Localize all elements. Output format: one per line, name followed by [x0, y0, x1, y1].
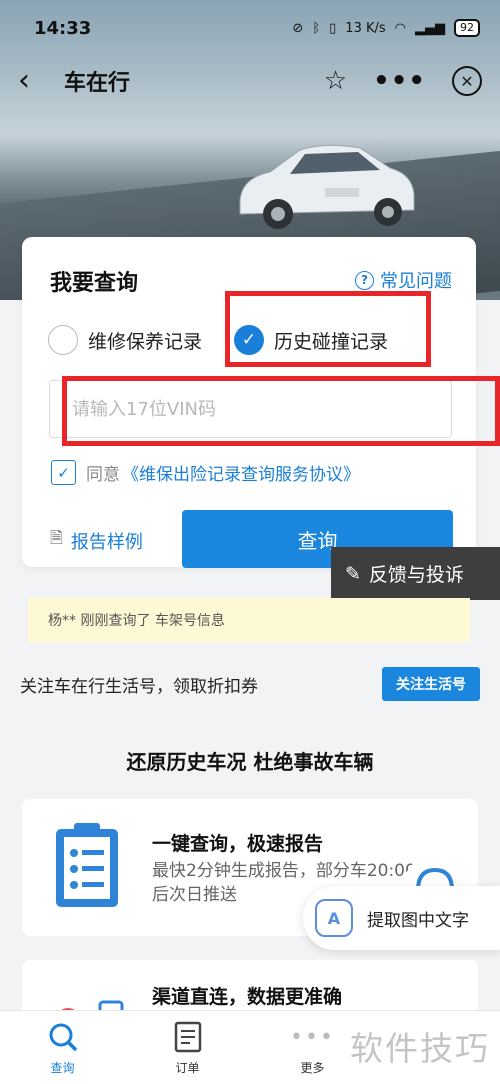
- more-icon[interactable]: •••: [373, 66, 426, 96]
- navigation-bar: ‹ 车在行 ☆ ••• ✕: [0, 56, 500, 106]
- agreement-row: ✓ 同意 《维保出险记录查询服务协议》: [51, 460, 360, 485]
- faq-link[interactable]: ? 常见问题: [355, 267, 452, 293]
- search-icon: [47, 1021, 79, 1053]
- feedback-label: 反馈与投诉: [368, 564, 464, 586]
- radio-checked-icon[interactable]: ✓: [234, 325, 265, 355]
- order-list-icon: [174, 1021, 202, 1053]
- sample-label: 报告样例: [70, 531, 143, 553]
- edit-icon: ✎: [345, 562, 361, 585]
- tab-query[interactable]: 查询: [0, 1011, 125, 1084]
- section-title: 还原历史车况 杜绝事故车辆: [126, 750, 374, 774]
- back-icon[interactable]: ‹: [18, 66, 54, 96]
- clipboard-icon: [56, 823, 118, 907]
- network-speed: 13 K/s: [345, 20, 386, 36]
- follow-button[interactable]: 关注生活号: [382, 667, 480, 701]
- car-image: [239, 144, 415, 229]
- tab-orders[interactable]: 订单: [125, 1011, 250, 1084]
- query-card: 我要查询 ? 常见问题 维修保养记录 ✓ 历史碰撞记录 ✓ 同意 《维保出险记录…: [22, 237, 476, 568]
- status-time: 14:33: [34, 17, 92, 39]
- option-collision[interactable]: ✓ 历史碰撞记录: [234, 325, 388, 355]
- battery-icon: 92: [454, 19, 480, 37]
- vin-input[interactable]: [49, 380, 452, 438]
- option-label: 历史碰撞记录: [274, 330, 389, 353]
- tab-label: 订单: [175, 1061, 200, 1075]
- more-dots-icon: •••: [290, 1024, 335, 1050]
- radio-unchecked-icon[interactable]: [48, 325, 78, 355]
- agree-checkbox[interactable]: ✓: [51, 460, 76, 485]
- record-type-options: 维修保养记录 ✓ 历史碰撞记录: [48, 325, 388, 355]
- text-scan-icon: A: [315, 899, 353, 937]
- follow-row: 关注车在行生活号，领取折扣券 关注生活号: [0, 656, 500, 712]
- feedback-button[interactable]: ✎ 反馈与投诉: [331, 547, 500, 600]
- feature-title: 渠道直连，数据更准确: [152, 986, 343, 1008]
- document-icon: 🗎: [50, 528, 63, 547]
- mute-icon: ⊘: [292, 20, 304, 36]
- card-title: 我要查询: [50, 271, 139, 296]
- signal-icon: ▂▄▆: [415, 20, 445, 36]
- ocr-label: 提取图中文字: [367, 910, 469, 931]
- option-maintenance[interactable]: 维修保养记录: [48, 325, 202, 355]
- feature-title: 一键查询，极速报告: [152, 833, 324, 855]
- tab-label: 查询: [50, 1061, 75, 1075]
- wifi-icon: ◠: [394, 20, 406, 36]
- status-bar: 14:33 ⊘ ᛒ ▯ 13 K/s ◠ ▂▄▆ 92: [0, 0, 500, 56]
- faq-label: 常见问题: [380, 271, 452, 292]
- status-icons: ⊘ ᛒ ▯ 13 K/s ◠ ▂▄▆ 92: [292, 19, 480, 37]
- bluetooth-icon: ᛒ: [312, 20, 321, 36]
- recent-query-notice: 杨** 刚刚查询了 车架号信息: [28, 598, 470, 642]
- question-icon: ?: [355, 270, 374, 290]
- option-label: 维修保养记录: [88, 330, 203, 353]
- sample-report-link[interactable]: 🗎 报告样例: [50, 527, 143, 554]
- extract-text-button[interactable]: A 提取图中文字: [303, 886, 500, 950]
- close-icon[interactable]: ✕: [452, 66, 482, 96]
- vibrate-icon: ▯: [329, 20, 337, 36]
- agreement-link[interactable]: 《维保出险记录查询服务协议》: [122, 460, 360, 485]
- agree-prefix: 同意: [86, 465, 120, 485]
- tab-label: 更多: [300, 1061, 325, 1075]
- nav-actions: ☆ ••• ✕: [324, 66, 482, 96]
- star-icon[interactable]: ☆: [324, 66, 347, 96]
- page-title: 车在行: [64, 71, 131, 96]
- watermark: 软件技巧: [350, 1029, 490, 1068]
- follow-text: 关注车在行生活号，领取折扣券: [20, 676, 258, 697]
